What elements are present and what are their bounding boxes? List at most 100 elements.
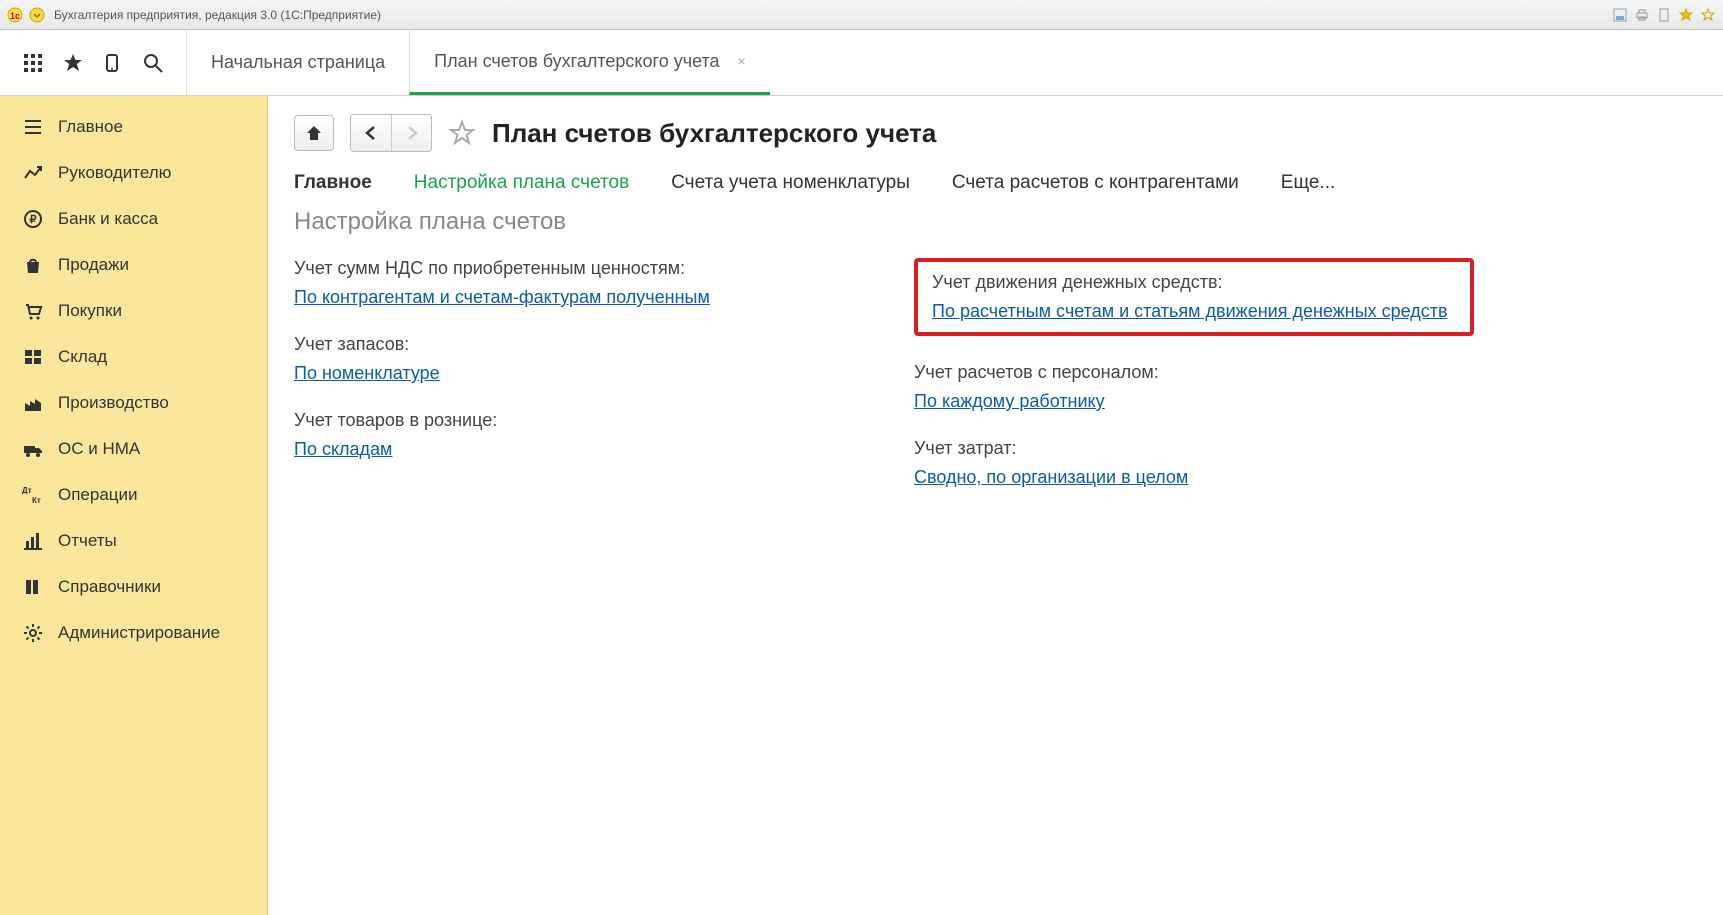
page-subnav: Главное Настройка плана счетов Счета уче…: [294, 172, 1697, 194]
sidebar-item-label: Склад: [58, 347, 107, 367]
bars-icon: [22, 530, 44, 552]
favorites-star-icon[interactable]: [58, 48, 88, 78]
dtkt-icon: ДтКт: [22, 484, 44, 506]
sidebar-item-label: Руководителю: [58, 163, 171, 183]
history-icon[interactable]: [98, 48, 128, 78]
sidebar-item-manager[interactable]: Руководителю: [0, 150, 267, 196]
setting-block-nds: Учет сумм НДС по приобретенным ценностям…: [294, 258, 854, 308]
sidebar-item-sales[interactable]: Продажи: [0, 242, 267, 288]
app-1c-icon: 1c: [6, 6, 24, 24]
setting-block-personnel: Учет расчетов с персоналом: По каждому р…: [914, 362, 1474, 412]
sidebar-item-label: Отчеты: [58, 531, 117, 551]
settings-columns: Учет сумм НДС по приобретенным ценностям…: [294, 258, 1697, 488]
home-button[interactable]: [294, 115, 334, 151]
page-nav: План счетов бухгалтерского учета: [294, 114, 1697, 152]
content-area: План счетов бухгалтерского учета Главное…: [268, 96, 1723, 915]
ruble-icon: ₽: [22, 208, 44, 230]
tab-chart-of-accounts[interactable]: План счетов бухгалтерского учета ×: [409, 30, 770, 95]
svg-text:Дт: Дт: [22, 486, 32, 495]
sidebar-item-label: Банк и касса: [58, 209, 158, 229]
menu-icon: [22, 116, 44, 138]
sidebar-item-label: Администрирование: [58, 623, 220, 643]
favorite-star-icon[interactable]: [1677, 6, 1695, 24]
gear-icon: [22, 622, 44, 644]
sidebar-item-label: Покупки: [58, 301, 122, 321]
setting-link-costs[interactable]: Сводно, по организации в целом: [914, 467, 1188, 487]
sidebar-item-purchases[interactable]: Покупки: [0, 288, 267, 334]
print-icon[interactable]: [1633, 6, 1651, 24]
setting-label: Учет запасов:: [294, 334, 854, 355]
save-layout-icon[interactable]: [1611, 6, 1629, 24]
sidebar-item-assets[interactable]: ОС и НМА: [0, 426, 267, 472]
back-button[interactable]: [351, 115, 391, 151]
sidebar-item-label: Продажи: [58, 255, 129, 275]
svg-text:1c: 1c: [10, 11, 20, 21]
setting-link-personnel[interactable]: По каждому работнику: [914, 391, 1105, 411]
close-icon[interactable]: ×: [738, 53, 746, 69]
sidebar-item-operations[interactable]: ДтКт Операции: [0, 472, 267, 518]
toolbar-icons: [0, 30, 186, 95]
toolbar-row: Начальная страница План счетов бухгалтер…: [0, 30, 1723, 96]
setting-label: Учет движения денежных средств:: [932, 272, 1456, 293]
sidebar: Главное Руководителю ₽ Банк и касса Прод…: [0, 96, 268, 915]
section-title: Настройка плана счетов: [294, 208, 1697, 236]
books-icon: [22, 576, 44, 598]
subnav-counterparties[interactable]: Счета расчетов с контрагентами: [952, 172, 1239, 194]
setting-link-cashflow[interactable]: По расчетным счетам и статьям движения д…: [932, 301, 1448, 321]
svg-text:Кт: Кт: [32, 496, 41, 505]
setting-block-costs: Учет затрат: Сводно, по организации в це…: [914, 438, 1474, 488]
subnav-more[interactable]: Еще...: [1281, 172, 1336, 194]
factory-icon: [22, 392, 44, 414]
setting-block-retail: Учет товаров в рознице: По складам: [294, 410, 854, 460]
tab-start-page[interactable]: Начальная страница: [186, 30, 409, 95]
setting-label: Учет расчетов с персоналом:: [914, 362, 1474, 383]
settings-col-left: Учет сумм НДС по приобретенным ценностям…: [294, 258, 854, 488]
sidebar-item-warehouse[interactable]: Склад: [0, 334, 267, 380]
bag-icon: [22, 254, 44, 276]
setting-label: Учет затрат:: [914, 438, 1474, 459]
dropdown-icon[interactable]: [28, 6, 46, 24]
svg-text:₽: ₽: [30, 214, 37, 226]
setting-link-retail[interactable]: По складам: [294, 439, 392, 459]
setting-block-stock: Учет запасов: По номенклатуре: [294, 334, 854, 384]
tabs: Начальная страница План счетов бухгалтер…: [186, 30, 770, 95]
document-icon[interactable]: [1655, 6, 1673, 24]
sidebar-item-admin[interactable]: Администрирование: [0, 610, 267, 656]
window-controls: [1611, 6, 1717, 24]
setting-link-nds[interactable]: По контрагентам и счетам-фактурам получе…: [294, 287, 710, 307]
chart-line-icon: [22, 162, 44, 184]
setting-link-stock[interactable]: По номенклатуре: [294, 363, 440, 383]
sidebar-item-main[interactable]: Главное: [0, 104, 267, 150]
sidebar-item-directories[interactable]: Справочники: [0, 564, 267, 610]
window-title: Бухгалтерия предприятия, редакция 3.0 (1…: [54, 8, 1607, 22]
boxes-icon: [22, 346, 44, 368]
settings-col-right: Учет движения денежных средств: По расче…: [914, 258, 1474, 488]
subnav-main[interactable]: Главное: [294, 172, 372, 194]
window-titlebar: 1c Бухгалтерия предприятия, редакция 3.0…: [0, 0, 1723, 30]
sidebar-item-label: Операции: [58, 485, 138, 505]
subnav-settings[interactable]: Настройка плана счетов: [414, 172, 629, 194]
search-icon[interactable]: [138, 48, 168, 78]
tab-label: План счетов бухгалтерского учета: [434, 51, 719, 72]
setting-label: Учет сумм НДС по приобретенным ценностям…: [294, 258, 854, 279]
history-star-icon[interactable]: [1699, 6, 1717, 24]
favorite-toggle-icon[interactable]: [448, 119, 476, 147]
main-area: Главное Руководителю ₽ Банк и касса Прод…: [0, 96, 1723, 915]
nav-back-forward: [350, 114, 432, 152]
sidebar-item-production[interactable]: Производство: [0, 380, 267, 426]
cart-icon: [22, 300, 44, 322]
tab-label: Начальная страница: [211, 52, 385, 73]
sidebar-item-label: Производство: [58, 393, 169, 413]
setting-label: Учет товаров в рознице:: [294, 410, 854, 431]
setting-block-cashflow-highlighted: Учет движения денежных средств: По расче…: [914, 258, 1474, 336]
sidebar-item-label: Главное: [58, 117, 123, 137]
page-title: План счетов бухгалтерского учета: [492, 118, 936, 149]
sidebar-item-bank[interactable]: ₽ Банк и касса: [0, 196, 267, 242]
sidebar-item-reports[interactable]: Отчеты: [0, 518, 267, 564]
sidebar-item-label: ОС и НМА: [58, 439, 140, 459]
subnav-nomenclature[interactable]: Счета учета номенклатуры: [671, 172, 910, 194]
truck-icon: [22, 438, 44, 460]
sidebar-item-label: Справочники: [58, 577, 161, 597]
forward-button[interactable]: [391, 115, 431, 151]
apps-grid-icon[interactable]: [18, 48, 48, 78]
